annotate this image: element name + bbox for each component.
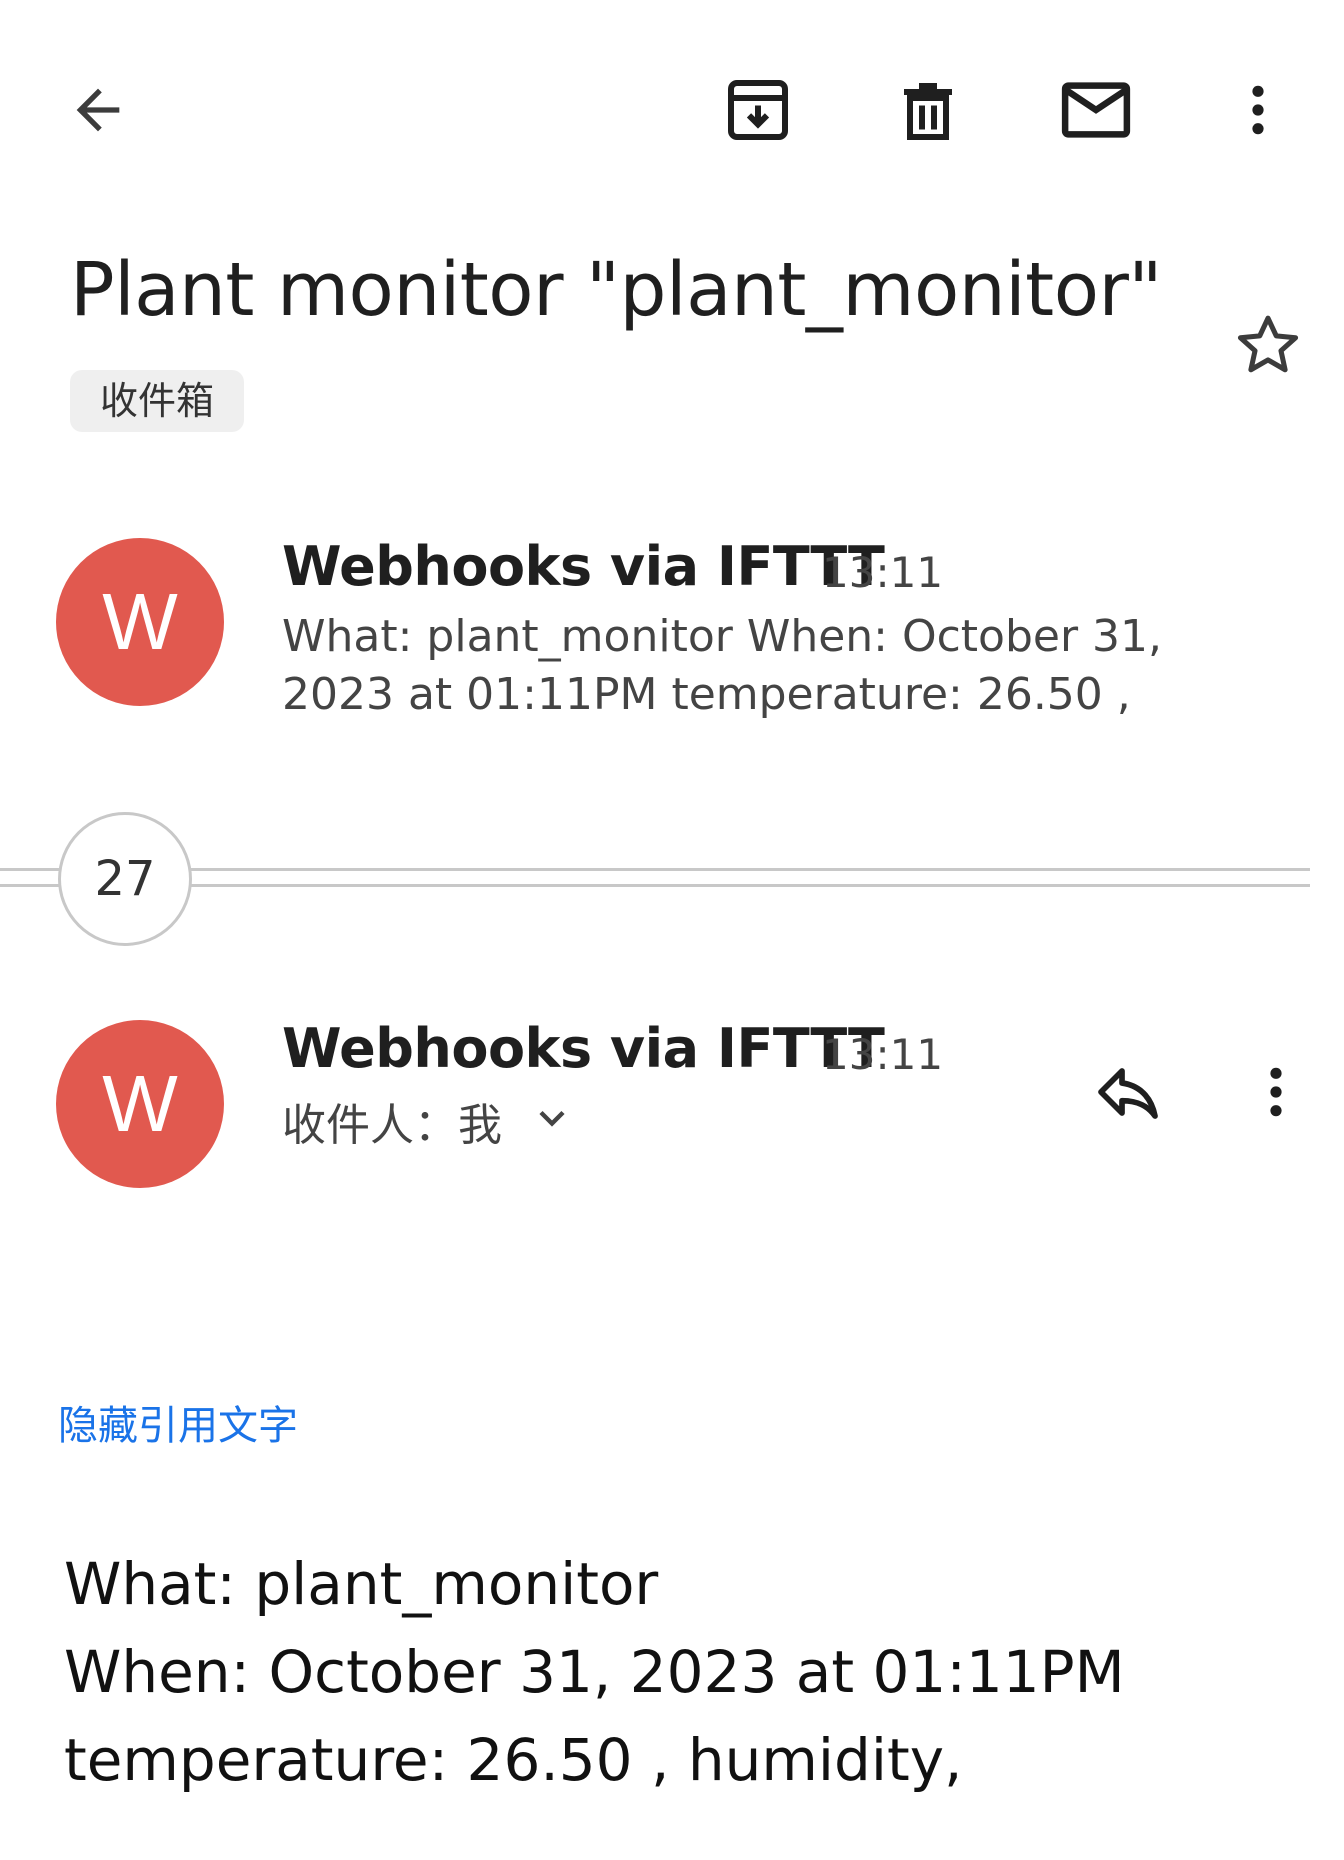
body-line: When: October 31, 2023 at 01:11PM xyxy=(64,1638,1125,1706)
reply-icon xyxy=(1092,1056,1164,1128)
more-vert-icon xyxy=(1226,78,1290,142)
message-body: What: plant_monitor When: October 31, 20… xyxy=(64,1540,1125,1804)
back-button[interactable] xyxy=(50,62,146,158)
message-snippet: What: plant_monitor When: October 31, 20… xyxy=(282,611,1163,720)
more-vert-icon xyxy=(1244,1060,1308,1124)
body-line: What: plant_monitor xyxy=(64,1550,659,1618)
chevron-down-icon xyxy=(530,1096,574,1156)
message-time: 13:11 xyxy=(822,548,944,597)
sender-name: Webhooks via IFTTT xyxy=(282,535,885,598)
delete-button[interactable] xyxy=(880,62,976,158)
recipient-name: 我 xyxy=(458,1100,502,1151)
recipient-label: 收件人： xyxy=(282,1100,458,1151)
star-icon xyxy=(1230,308,1306,388)
mark-unread-button[interactable] xyxy=(1048,62,1144,158)
sender-name: Webhooks via IFTTT xyxy=(282,1017,885,1080)
collapsed-messages-count[interactable]: 27 xyxy=(58,812,192,946)
body-line: temperature: 26.50 , humidity, xyxy=(64,1726,963,1794)
message-more-button[interactable] xyxy=(1228,1044,1324,1140)
back-arrow-icon xyxy=(66,78,130,142)
message-time: 13:11 xyxy=(822,1030,944,1079)
more-options-button[interactable] xyxy=(1210,62,1306,158)
reply-button[interactable] xyxy=(1080,1044,1176,1140)
collapsed-divider-top xyxy=(0,868,1310,871)
archive-icon xyxy=(722,74,794,146)
trash-icon xyxy=(892,74,964,146)
sender-avatar: W xyxy=(56,1020,224,1188)
recipient-details-toggle[interactable]: 收件人： 我 xyxy=(282,1096,574,1156)
hide-quoted-text-link[interactable]: 隐藏引用文字 xyxy=(58,1398,298,1454)
mail-icon xyxy=(1057,71,1135,149)
collapsed-divider-bottom xyxy=(0,884,1310,887)
sender-avatar: W xyxy=(56,538,224,706)
inbox-label-chip[interactable]: 收件箱 xyxy=(70,370,245,432)
archive-button[interactable] xyxy=(710,62,806,158)
email-subject: Plant monitor "plant_monitor" xyxy=(70,247,1162,333)
star-button[interactable] xyxy=(1220,300,1316,396)
